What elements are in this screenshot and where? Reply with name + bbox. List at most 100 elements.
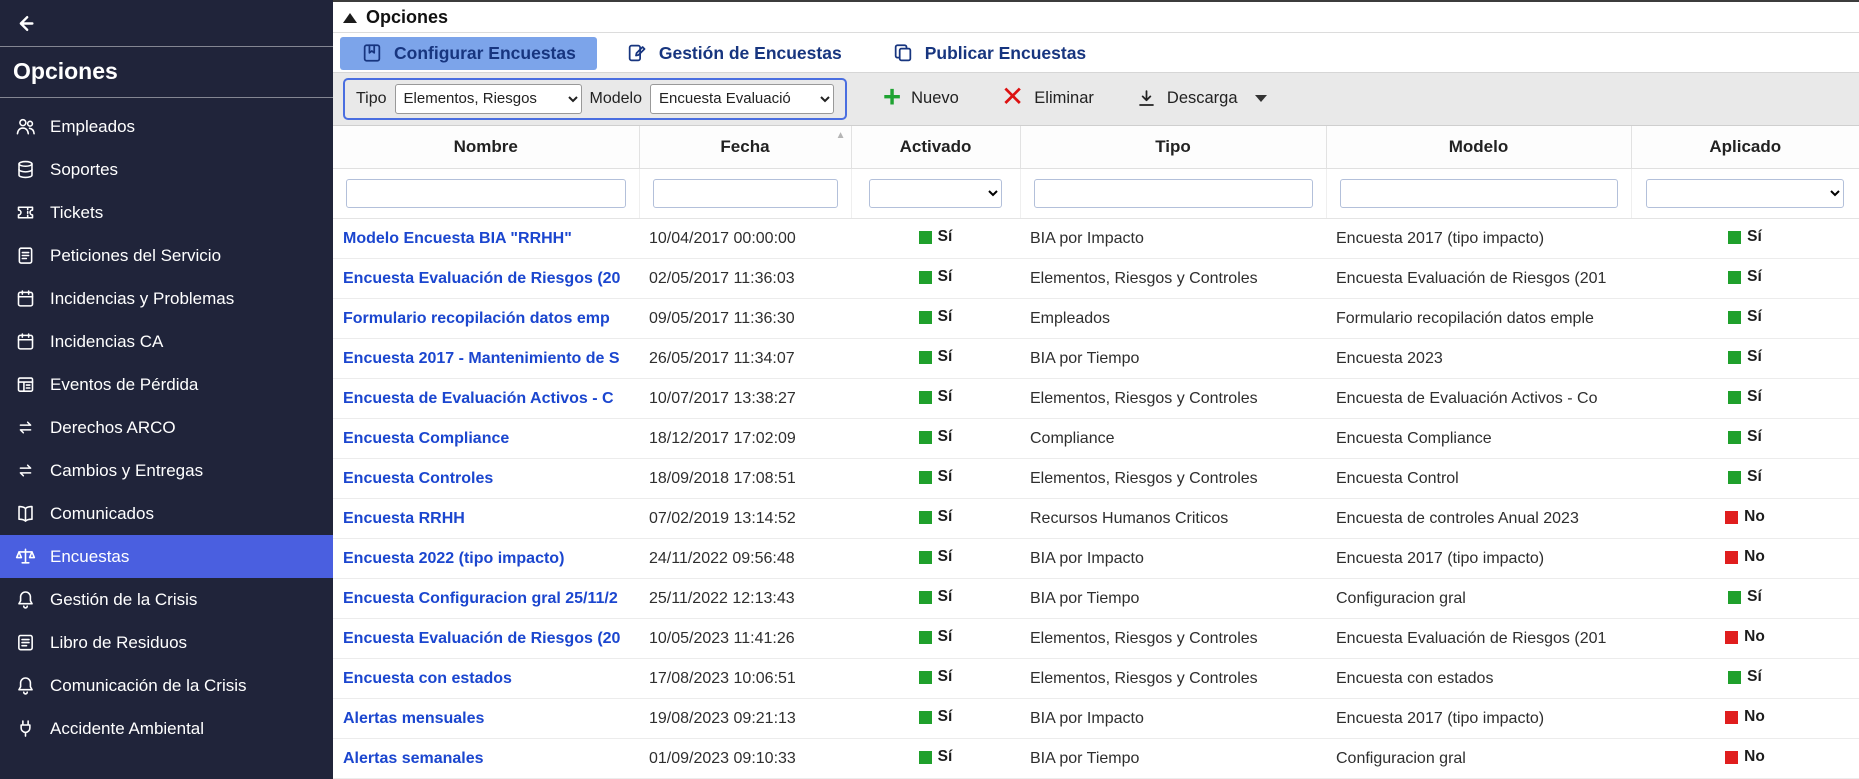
sidebar-item-derechos-arco[interactable]: Derechos ARCO — [0, 406, 333, 449]
column-header-activado[interactable]: Activado — [851, 126, 1020, 169]
row-name-link[interactable]: Encuesta RRHH — [343, 510, 465, 527]
row-name-link[interactable]: Encuesta de Evaluación Activos - C — [343, 390, 614, 407]
table-row[interactable]: Encuesta Evaluación de Riesgos (2010/05/… — [333, 619, 1859, 659]
descarga-label: Descarga — [1167, 89, 1238, 108]
list-icon — [15, 632, 36, 653]
row-modelo: Formulario recopilación datos emple — [1326, 299, 1631, 339]
table-row[interactable]: Modelo Encuesta BIA "RRHH"10/04/2017 00:… — [333, 219, 1859, 259]
tab-bar: Configurar EncuestasGestión de Encuestas… — [333, 33, 1859, 72]
sidebar-item-incidencias-y-problemas[interactable]: Incidencias y Problemas — [0, 277, 333, 320]
status-green-square-icon — [1728, 391, 1741, 404]
column-header-aplicado[interactable]: Aplicado — [1631, 126, 1859, 169]
table-row[interactable]: Encuesta con estados17/08/2023 10:06:51S… — [333, 659, 1859, 699]
back-button[interactable] — [0, 0, 333, 47]
table-row[interactable]: Encuesta 2022 (tipo impacto)24/11/2022 0… — [333, 539, 1859, 579]
sidebar-item-empleados[interactable]: Empleados — [0, 105, 333, 148]
tab-gestion-de-encuestas[interactable]: Gestión de Encuestas — [605, 37, 863, 70]
sidebar-item-libro-de-residuos[interactable]: Libro de Residuos — [0, 621, 333, 664]
sidebar-item-accidente-ambiental[interactable]: Accidente Ambiental — [0, 707, 333, 750]
filter-nombre-input[interactable] — [346, 179, 626, 208]
row-name-link[interactable]: Encuesta Controles — [343, 470, 493, 487]
table-row[interactable]: Encuesta de Evaluación Activos - C10/07/… — [333, 379, 1859, 419]
row-name-link[interactable]: Alertas semanales — [343, 750, 484, 767]
column-header-fecha[interactable]: Fecha▲ — [639, 126, 851, 169]
row-modelo: Configuracion gral — [1326, 579, 1631, 619]
sidebar-item-soportes[interactable]: Soportes — [0, 148, 333, 191]
sidebar-item-label: Peticiones del Servicio — [50, 246, 221, 266]
tipo-select[interactable]: Elementos, Riesgos — [395, 84, 582, 114]
row-name-link[interactable]: Formulario recopilación datos emp — [343, 310, 610, 327]
row-name-link[interactable]: Encuesta Evaluación de Riesgos (20 — [343, 270, 620, 287]
status-badge: Sí — [919, 668, 953, 686]
scale-icon — [15, 546, 36, 567]
sidebar-item-label: Encuestas — [50, 547, 129, 567]
table-row[interactable]: Formulario recopilación datos emp09/05/2… — [333, 299, 1859, 339]
column-header-nombre[interactable]: Nombre — [333, 126, 639, 169]
sidebar-item-comunicados[interactable]: Comunicados — [0, 492, 333, 535]
row-name-link[interactable]: Encuesta Configuracion gral 25/11/2 — [343, 590, 618, 607]
status-text: No — [1744, 508, 1765, 526]
row-modelo: Encuesta con estados — [1326, 659, 1631, 699]
column-header-label: Tipo — [1155, 137, 1191, 156]
modelo-label: Modelo — [590, 90, 642, 108]
status-text: Sí — [1747, 428, 1762, 446]
row-name-link[interactable]: Encuesta 2017 - Mantenimiento de S — [343, 350, 620, 367]
table-row[interactable]: Encuesta Configuracion gral 25/11/225/11… — [333, 579, 1859, 619]
sidebar-item-tickets[interactable]: Tickets — [0, 191, 333, 234]
tab-configurar-encuestas[interactable]: Configurar Encuestas — [340, 37, 597, 70]
section-header: Opciones — [333, 2, 1859, 33]
table-row[interactable]: Encuesta 2017 - Mantenimiento de S26/05/… — [333, 339, 1859, 379]
status-red-square-icon — [1725, 631, 1738, 644]
sidebar-item-peticiones-del-servicio[interactable]: Peticiones del Servicio — [0, 234, 333, 277]
tab-publicar-encuestas[interactable]: Publicar Encuestas — [871, 37, 1107, 70]
sidebar-item-cambios-y-entregas[interactable]: Cambios y Entregas — [0, 449, 333, 492]
eliminar-button[interactable]: ✕ Eliminar — [995, 85, 1100, 112]
modelo-select[interactable]: Encuesta Evaluació — [650, 84, 834, 114]
row-name-link[interactable]: Encuesta Compliance — [343, 430, 509, 447]
sidebar-item-label: Incidencias y Problemas — [50, 289, 234, 309]
filter-tipo-input[interactable] — [1034, 179, 1313, 208]
table-row[interactable]: Encuesta RRHH07/02/2019 13:14:52SíRecurs… — [333, 499, 1859, 539]
filter-activado-select[interactable] — [869, 179, 1002, 208]
column-header-tipo[interactable]: Tipo — [1020, 126, 1326, 169]
filter-modelo-input[interactable] — [1340, 179, 1618, 208]
status-green-square-icon — [1728, 591, 1741, 604]
column-header-modelo[interactable]: Modelo — [1326, 126, 1631, 169]
row-name-link[interactable]: Alertas mensuales — [343, 710, 484, 727]
status-badge: Sí — [1728, 308, 1762, 326]
table-row[interactable]: Encuesta Compliance18/12/2017 17:02:09Sí… — [333, 419, 1859, 459]
table-row[interactable]: Encuesta Evaluación de Riesgos (2002/05/… — [333, 259, 1859, 299]
sidebar-item-label: Empleados — [50, 117, 135, 137]
row-tipo: Elementos, Riesgos y Controles — [1020, 259, 1326, 299]
status-text: Sí — [938, 428, 953, 446]
table-row[interactable]: Alertas mensuales19/08/2023 09:21:13SíBI… — [333, 699, 1859, 739]
sidebar-menu: Empleados SoportesTickets Peticiones del S… — [0, 98, 333, 750]
collapse-icon[interactable] — [343, 13, 357, 23]
filter-fecha-input[interactable] — [653, 179, 838, 208]
descarga-button[interactable]: Descarga — [1130, 84, 1273, 113]
status-badge: Sí — [919, 468, 953, 486]
status-badge: Sí — [1728, 588, 1762, 606]
row-name-link[interactable]: Encuesta 2022 (tipo impacto) — [343, 550, 564, 567]
sidebar-item-gestion-de-la-crisis[interactable]: Gestión de la Crisis — [0, 578, 333, 621]
sidebar-item-incidencias-ca[interactable]: Incidencias CA — [0, 320, 333, 363]
nuevo-button[interactable]: + Nuevo — [877, 85, 965, 112]
table-row[interactable]: Encuesta Controles18/09/2018 17:08:51SíE… — [333, 459, 1859, 499]
survey-config-icon — [361, 42, 383, 64]
filter-aplicado-select[interactable] — [1646, 179, 1844, 208]
status-text: Sí — [1747, 228, 1762, 246]
status-green-square-icon — [919, 551, 932, 564]
sidebar-item-comunicacion-de-la-crisis[interactable]: Comunicación de la Crisis — [0, 664, 333, 707]
table-row[interactable]: Alertas semanales01/09/2023 09:10:33SíBI… — [333, 739, 1859, 779]
delete-x-icon: ✕ — [1001, 87, 1024, 107]
section-title: Opciones — [366, 7, 448, 28]
row-name-link[interactable]: Modelo Encuesta BIA "RRHH" — [343, 230, 572, 247]
row-name-link[interactable]: Encuesta Evaluación de Riesgos (20 — [343, 630, 620, 647]
sidebar-item-label: Gestión de la Crisis — [50, 590, 197, 610]
sidebar-item-encuestas[interactable]: Encuestas — [0, 535, 333, 578]
status-text: Sí — [938, 548, 953, 566]
status-badge: No — [1725, 548, 1765, 566]
row-tipo: Elementos, Riesgos y Controles — [1020, 459, 1326, 499]
sidebar-item-eventos-de-perdida[interactable]: Eventos de Pérdida — [0, 363, 333, 406]
row-name-link[interactable]: Encuesta con estados — [343, 670, 512, 687]
